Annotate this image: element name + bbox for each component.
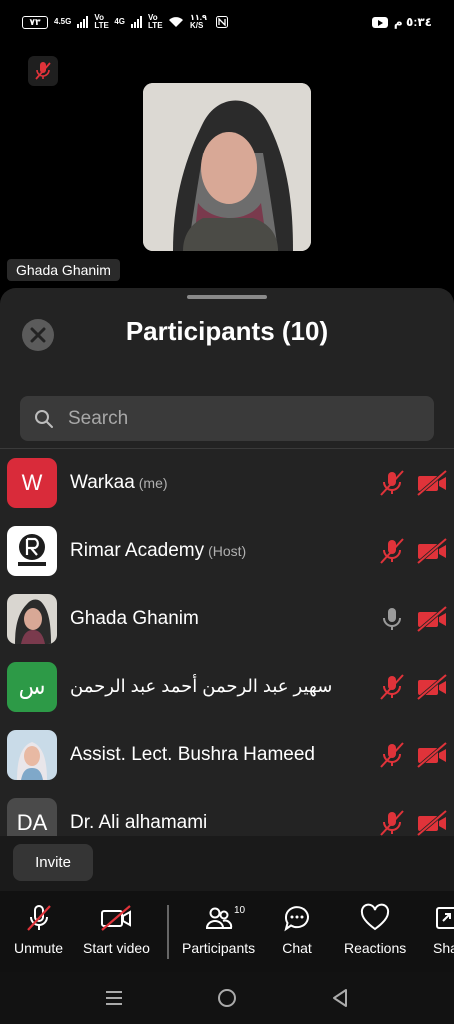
participant-name: Assist. Lect. Bushra Hameed	[70, 744, 315, 765]
close-button[interactable]	[22, 319, 54, 351]
participant-role: (me)	[138, 475, 168, 491]
status-bar: ٧٣ 4.5G Vo LTE 4G Vo LTE ١١.٩ K/S ٥:٣٤ م	[0, 0, 454, 44]
participant-row-rimar-academy[interactable]: Rimar Academy (Host)	[0, 518, 454, 586]
participant-name: Ghada Ghanim	[70, 608, 199, 629]
home-circle-icon	[218, 989, 236, 1007]
rimar-logo-avatar	[7, 526, 57, 576]
nfc-icon	[216, 16, 229, 28]
participant-name: Dr. Ali alhamami	[70, 812, 208, 833]
battery-level: ٧٣	[29, 16, 41, 27]
photo-avatar	[7, 594, 57, 644]
participant-row-ali-alhamami[interactable]: DA Dr. Ali alhamami	[0, 790, 454, 836]
chat-button[interactable]: Chat	[282, 903, 312, 956]
speaker-name-tag: Ghada Ghanim	[7, 259, 120, 281]
toolbar-divider	[167, 905, 169, 959]
unmute-button[interactable]: Unmute	[14, 903, 63, 956]
participant-role: (Host)	[208, 543, 247, 559]
search-input[interactable]	[68, 407, 408, 430]
photo-avatar	[7, 730, 57, 780]
share-icon	[436, 907, 454, 929]
mic-muted-icon[interactable]	[378, 673, 406, 701]
participant-name: سهير عبد الرحمن أحمد عبد الرحمن	[70, 676, 333, 696]
participant-name: Warkaa (me)	[70, 472, 168, 494]
wifi-icon	[169, 17, 184, 27]
mic-muted-icon[interactable]	[378, 537, 406, 565]
avatar: س	[7, 662, 57, 712]
avatar: W	[7, 458, 57, 508]
start-video-button[interactable]: Start video	[83, 903, 150, 956]
reactions-label: Reactions	[344, 940, 407, 956]
video-off-icon	[101, 905, 132, 931]
participants-list[interactable]: W Warkaa (me) Rimar Academy (Host) Ghada G…	[0, 450, 454, 836]
participant-name: Rimar Academy (Host)	[70, 540, 246, 562]
video-off-icon[interactable]	[416, 469, 448, 497]
network-type-1: 4.5G	[54, 17, 72, 26]
chat-label: Chat	[282, 940, 312, 956]
mic-muted-icon	[26, 905, 51, 931]
volte-label-1: Vo LTE	[94, 13, 109, 30]
menu-icon	[106, 991, 122, 1005]
invite-button[interactable]: Invite	[13, 844, 93, 881]
search-bar[interactable]	[20, 396, 434, 441]
video-off-icon[interactable]	[416, 809, 448, 836]
heart-icon	[361, 903, 390, 931]
youtube-icon	[371, 16, 388, 28]
signal-icon	[77, 16, 89, 28]
avatar: DA	[7, 798, 57, 836]
participant-row-bushra-hameed[interactable]: Assist. Lect. Bushra Hameed	[0, 722, 454, 790]
signal-icon-2	[131, 16, 143, 28]
participant-row-warkaa[interactable]: W Warkaa (me)	[0, 450, 454, 518]
participant-row-suhair[interactable]: س سهير عبد الرحمن أحمد عبد الرحمن	[0, 654, 454, 722]
participants-label: Participants	[182, 940, 256, 956]
active-speaker-video[interactable]	[143, 83, 311, 251]
meeting-toolbar: Unmute Start video Participants 10 Chat …	[0, 891, 454, 972]
video-off-icon[interactable]	[416, 673, 448, 701]
chat-icon	[284, 906, 309, 932]
clock: ٥:٣٤ م	[393, 15, 432, 29]
search-icon	[35, 409, 53, 428]
system-nav-bar	[0, 972, 454, 1024]
video-off-icon[interactable]	[416, 741, 448, 769]
participants-icon	[205, 907, 232, 929]
recent-apps-button[interactable]	[102, 986, 126, 1010]
participants-sheet: Participants (10) W Warkaa(me) Rimar Aca…	[0, 288, 454, 891]
video-off-icon[interactable]	[416, 537, 448, 565]
start-video-label: Start video	[83, 940, 150, 956]
reactions-button[interactable]: Reactions	[344, 903, 406, 956]
invite-bar: Invite	[0, 836, 454, 891]
share-button[interactable]: Share	[433, 903, 454, 956]
participants-count-badge: 10	[234, 905, 246, 916]
participants-title: Participants (10)	[125, 316, 329, 346]
network-speed: ١١.٩ K/S	[190, 13, 207, 30]
participant-name-text: Rimar Academy	[70, 540, 205, 561]
close-icon	[30, 327, 46, 343]
sheet-drag-handle[interactable]	[187, 295, 267, 299]
participant-name-text: Warkaa	[70, 472, 135, 493]
divider	[0, 448, 454, 449]
back-button[interactable]	[328, 986, 352, 1010]
unmute-label: Unmute	[14, 940, 64, 956]
video-off-icon[interactable]	[416, 605, 448, 633]
status-right: ٥:٣٤ م	[371, 15, 432, 29]
network-type-2: 4G	[114, 17, 126, 26]
battery-icon: ٧٣	[22, 15, 48, 29]
participant-row-ghada-ghanim[interactable]: Ghada Ghanim	[0, 586, 454, 654]
mic-muted-icon[interactable]	[378, 469, 406, 497]
mic-muted-icon[interactable]	[378, 741, 406, 769]
back-triangle-icon	[333, 989, 347, 1007]
mic-on-icon[interactable]	[378, 605, 406, 633]
share-label: Share	[433, 940, 454, 956]
volte-label-2: Vo LTE	[148, 13, 163, 30]
mic-muted-icon[interactable]	[378, 809, 406, 836]
status-left: ٧٣ 4.5G Vo LTE 4G Vo LTE ١١.٩ K/S	[22, 13, 229, 30]
speaker-mic-muted-icon	[28, 56, 58, 86]
home-button[interactable]	[215, 986, 239, 1010]
